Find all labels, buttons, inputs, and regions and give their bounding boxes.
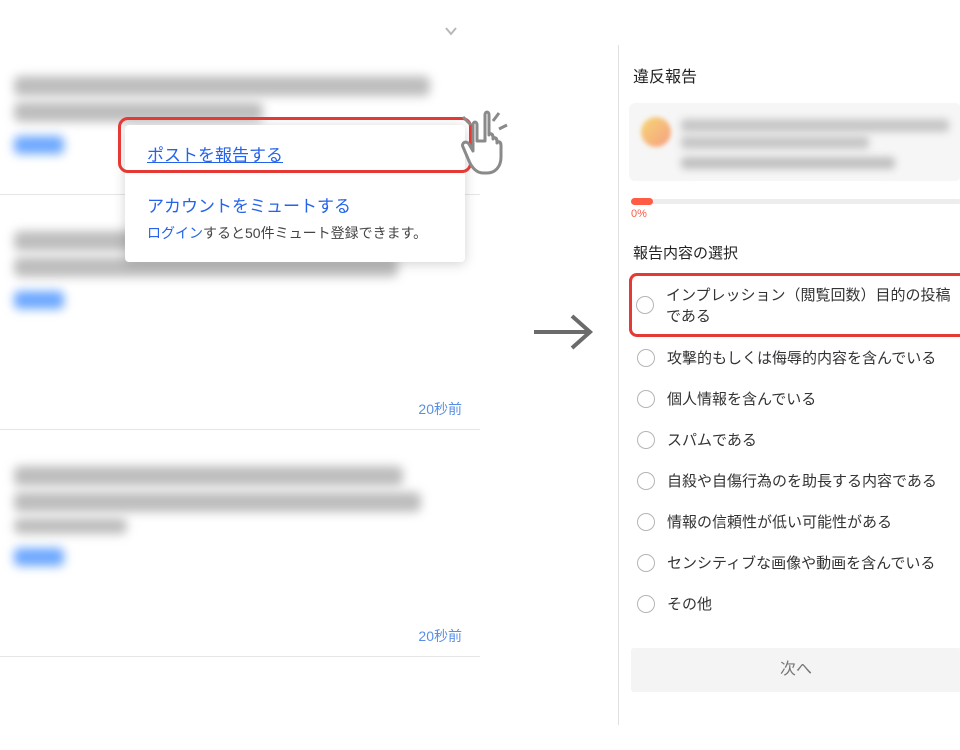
radio-icon[interactable] bbox=[637, 595, 655, 613]
next-button[interactable]: 次へ bbox=[631, 648, 960, 692]
report-panel-title: 違反報告 bbox=[619, 45, 960, 103]
mute-account-item[interactable]: アカウントをミュートする ログインすると50件ミュート登録できます。 bbox=[125, 182, 465, 262]
avatar bbox=[641, 117, 671, 147]
report-option-spam[interactable]: スパムである bbox=[631, 419, 960, 460]
report-option-label: インプレッション（閲覧回数）目的の投稿である bbox=[666, 284, 960, 326]
report-option-offensive[interactable]: 攻撃的もしくは侮辱的内容を含んでいる bbox=[631, 337, 960, 378]
report-option-self-harm[interactable]: 自殺や自傷行為のを助長する内容である bbox=[631, 460, 960, 501]
radio-icon[interactable] bbox=[637, 513, 655, 531]
report-option-label: 情報の信頼性が低い可能性がある bbox=[667, 511, 892, 532]
mute-account-title: アカウントをミュートする bbox=[147, 192, 447, 217]
mute-account-description: ログインすると50件ミュート登録できます。 bbox=[147, 223, 447, 244]
feed-column: 20秒前 20秒前 ポストを報告する アカウントをミュートする ログインすると5… bbox=[0, 0, 480, 750]
post-actions-dropdown: ポストを報告する アカウントをミュートする ログインすると50件ミュート登録でき… bbox=[125, 125, 465, 262]
report-option-other[interactable]: その他 bbox=[631, 583, 960, 624]
report-option-label: 攻撃的もしくは侮辱的内容を含んでいる bbox=[667, 347, 936, 368]
radio-icon[interactable] bbox=[637, 472, 655, 490]
report-panel: 違反報告 0% 報告内容の選択 インプレッション（閲覧回数）目的の投稿である 攻… bbox=[618, 45, 960, 725]
timestamp: 20秒前 bbox=[418, 626, 462, 646]
login-link[interactable]: ログイン bbox=[147, 225, 203, 241]
report-option-personal-info[interactable]: 個人情報を含んでいる bbox=[631, 378, 960, 419]
progress-label: 0% bbox=[631, 208, 960, 220]
report-option-sensitive-media[interactable]: センシティブな画像や動画を含んでいる bbox=[631, 542, 960, 583]
report-option-label: 個人情報を含んでいる bbox=[667, 388, 816, 409]
radio-icon[interactable] bbox=[637, 554, 655, 572]
arrow-right-icon bbox=[530, 310, 600, 359]
progress-bar: 0% bbox=[631, 199, 960, 220]
report-option-label: 自殺や自傷行為のを助長する内容である bbox=[667, 470, 937, 491]
radio-icon[interactable] bbox=[637, 349, 655, 367]
reported-post-preview bbox=[629, 103, 960, 181]
chevron-down-icon[interactable] bbox=[444, 24, 458, 38]
report-post-item[interactable]: ポストを報告する bbox=[125, 125, 465, 182]
radio-icon[interactable] bbox=[636, 296, 654, 314]
report-option-low-credibility[interactable]: 情報の信頼性が低い可能性がある bbox=[631, 501, 960, 542]
section-label: 報告内容の選択 bbox=[633, 242, 960, 263]
report-option-label: スパムである bbox=[667, 429, 757, 450]
report-reason-options: インプレッション（閲覧回数）目的の投稿である 攻撃的もしくは侮辱的内容を含んでい… bbox=[631, 273, 960, 624]
timestamp: 20秒前 bbox=[418, 399, 462, 419]
report-option-label: その他 bbox=[667, 593, 712, 614]
feed-item: 20秒前 bbox=[0, 430, 480, 657]
radio-icon[interactable] bbox=[637, 431, 655, 449]
report-option-label: センシティブな画像や動画を含んでいる bbox=[667, 552, 935, 573]
pointer-hand-icon bbox=[455, 105, 525, 185]
report-option-impression[interactable]: インプレッション（閲覧回数）目的の投稿である bbox=[629, 273, 960, 337]
radio-icon[interactable] bbox=[637, 390, 655, 408]
report-post-link[interactable]: ポストを報告する bbox=[147, 146, 283, 165]
